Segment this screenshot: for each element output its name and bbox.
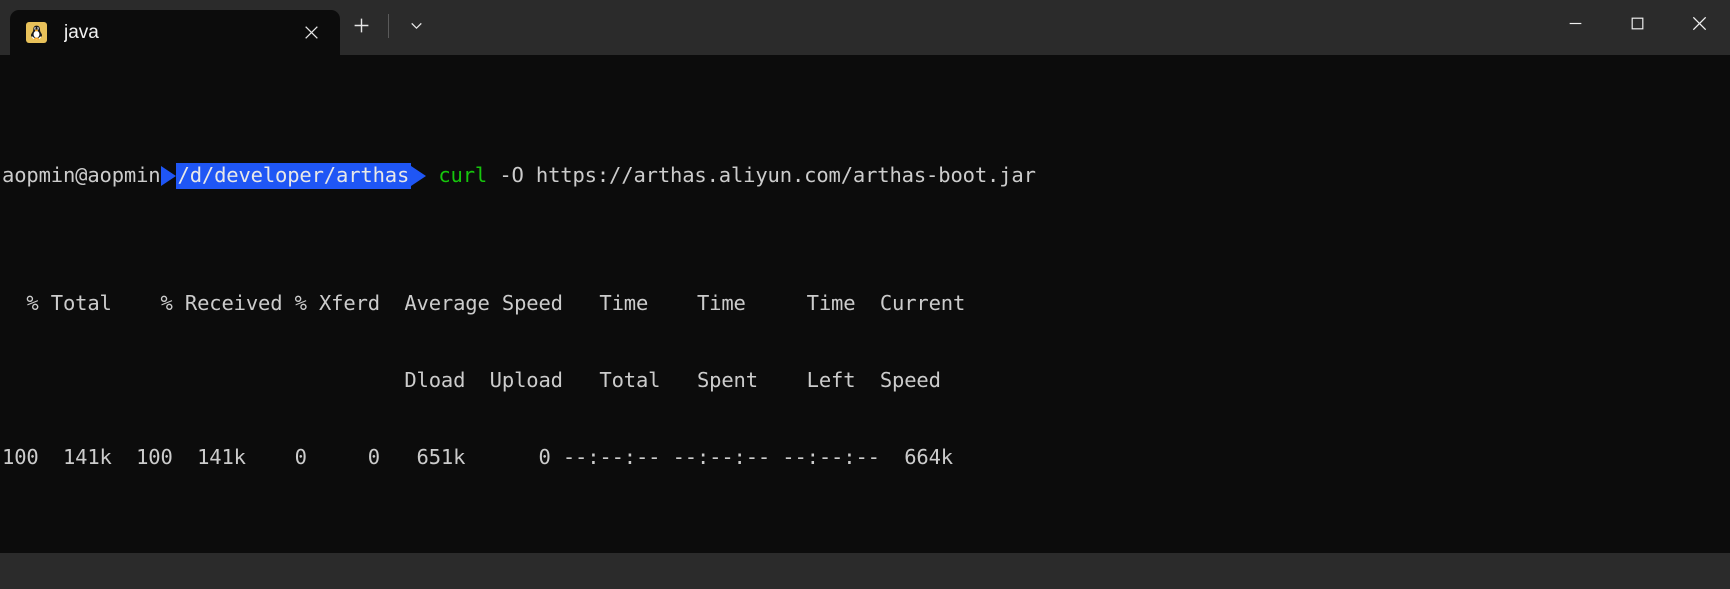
prompt-path: /d/developer/arthas <box>175 163 412 189</box>
prompt-arrow-right <box>411 163 427 189</box>
curl-header-row-1: % Total % Received % Xferd Average Speed… <box>2 291 966 316</box>
command-args-curl: -O https://arthas.aliyun.com/arthas-boot… <box>487 163 1036 188</box>
tab-java[interactable]: java <box>10 10 340 55</box>
tab-bar-actions <box>340 0 437 55</box>
curl-stats-row: 100 141k 100 141k 0 0 651k 0 --:--:-- --… <box>2 444 953 469</box>
toolbar-separator <box>388 13 389 38</box>
terminal-window: java aopmin@aopmin /d/developer/arthas c… <box>0 0 1730 589</box>
prompt-arrow-left <box>160 163 176 189</box>
curl-header-row-2: Dload Upload Total Spent Left Speed <box>2 368 941 393</box>
window-controls <box>1544 0 1730 55</box>
terminal-line-command-curl: aopmin@aopmin/d/developer/arthas curl -O… <box>2 163 1730 189</box>
tab-title: java <box>64 21 99 43</box>
new-tab-button[interactable] <box>342 7 380 45</box>
minimize-button[interactable] <box>1544 0 1606 46</box>
prompt-user-host: aopmin@aopmin <box>2 163 161 188</box>
terminal-lines: aopmin@aopmin/d/developer/arthas curl -O… <box>0 61 1730 553</box>
title-bar: java <box>0 0 1730 55</box>
status-bar <box>0 553 1730 589</box>
tab-strip: java <box>0 0 437 55</box>
tux-penguin-icon <box>26 22 47 43</box>
tab-close-button[interactable] <box>296 18 326 48</box>
maximize-button[interactable] <box>1606 0 1668 46</box>
close-button[interactable] <box>1668 0 1730 46</box>
terminal-output-area[interactable]: aopmin@aopmin/d/developer/arthas curl -O… <box>0 55 1730 553</box>
command-name-curl: curl <box>438 163 488 188</box>
chevron-down-icon[interactable] <box>397 7 435 45</box>
